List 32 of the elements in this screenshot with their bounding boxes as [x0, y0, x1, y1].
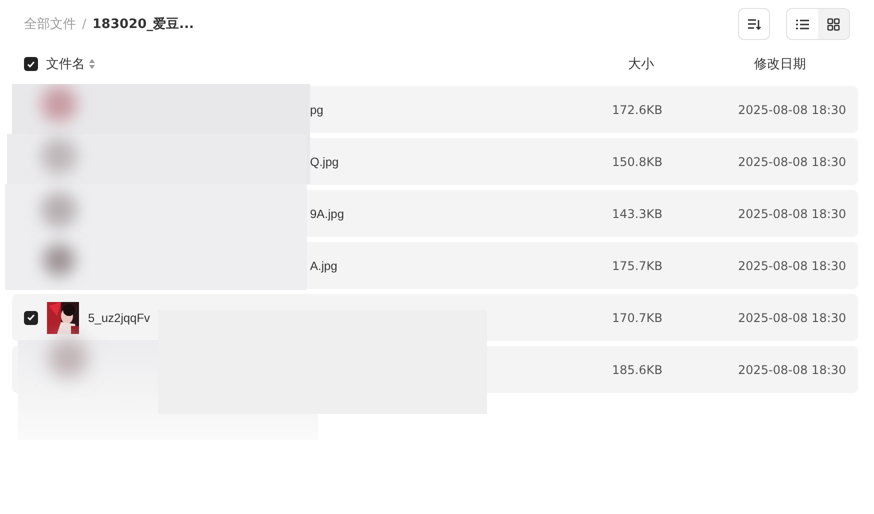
- modified-date: 2025-08-08 18:30: [738, 310, 848, 324]
- modified-date: 2025-08-08 18:30: [738, 206, 848, 220]
- file-name: A.jpg: [310, 258, 338, 272]
- file-name: 9A.jpg: [310, 206, 344, 220]
- modified-date: 2025-08-08 18:30: [738, 102, 848, 116]
- file-name: Q.jpg: [310, 154, 339, 168]
- column-header[interactable]: 修改日期: [754, 55, 874, 73]
- sort-button[interactable]: [738, 8, 770, 40]
- modified-date: 2025-08-08 18:30: [738, 362, 848, 376]
- breadcrumb-separator: /: [82, 16, 86, 32]
- list-icon: [796, 18, 809, 30]
- file-name: 5_uz2jqqFv: [88, 310, 150, 324]
- file-size: 150.8KB: [612, 154, 664, 168]
- column-header[interactable]: 大小: [628, 55, 754, 73]
- sort-arrows-icon[interactable]: [89, 59, 95, 69]
- select-all-checkbox[interactable]: [24, 57, 38, 71]
- check-icon: [27, 314, 35, 321]
- sort-icon: [747, 17, 761, 31]
- file-size: 185.6KB: [612, 362, 664, 376]
- grid-view-button[interactable]: [818, 9, 849, 39]
- file-name: pg: [310, 102, 324, 116]
- file-size: 143.3KB: [612, 206, 664, 220]
- modified-date: 2025-08-08 18:30: [738, 258, 848, 272]
- file-size: 172.6KB: [612, 102, 664, 116]
- file-size: 170.7KB: [612, 310, 664, 324]
- grid-icon: [827, 18, 840, 30]
- row-checkbox[interactable]: [24, 310, 38, 324]
- column-header[interactable]: 文件名: [46, 55, 85, 73]
- check-icon: [27, 60, 35, 68]
- modified-date: 2025-08-08 18:30: [738, 154, 848, 168]
- breadcrumb-item: 183020_爱豆...: [92, 16, 194, 33]
- file-size: 175.7KB: [612, 258, 664, 272]
